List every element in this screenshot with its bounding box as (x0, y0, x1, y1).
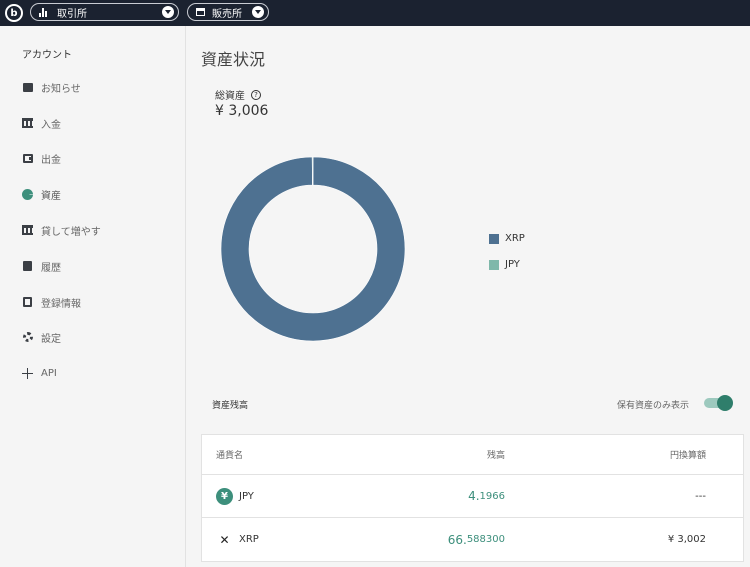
wallet-icon (22, 153, 33, 164)
store-label: 販売所 (212, 8, 242, 20)
legend-item-jpy[interactable]: JPY (489, 258, 525, 271)
legend-swatch (489, 233, 499, 244)
main-content: 資産状況 総資産 ? ¥ 3,006 XRP JPY 資産残高 保有資産のみ表示 … (187, 26, 750, 567)
exchange-selector[interactable]: 取引所 (30, 3, 179, 21)
sidebar-item-news[interactable]: お知らせ (22, 77, 172, 97)
pie-chart-icon (22, 188, 33, 200)
legend-item-xrp[interactable]: XRP (489, 232, 525, 245)
column-header-balance: 残高 (486, 451, 505, 461)
asset-donut-chart (220, 156, 406, 342)
holdings-only-toggle[interactable] (704, 395, 733, 411)
message-icon (22, 82, 33, 93)
store-icon (196, 8, 205, 16)
balance-cell: 4. 1966 (468, 475, 505, 517)
currency-cell: ¥ JPY (216, 475, 254, 517)
sidebar-item-label: 貸して増やす (41, 226, 101, 238)
help-icon[interactable]: ? (251, 89, 261, 100)
currency-cell: ✕ XRP (216, 518, 259, 561)
top-bar: b 取引所 販売所 (0, 0, 750, 26)
sidebar-item-label: 登録情報 (41, 298, 81, 310)
legend-label: JPY (505, 259, 520, 270)
user-card-icon (22, 297, 33, 308)
balance-main: 66. (447, 532, 467, 547)
sidebar: アカウント お知らせ 入金 出金 資産 貸して増やす 履歴 登録情報 設定 AP… (0, 26, 186, 567)
chevron-down-icon (162, 6, 174, 18)
page-title: 資産状況 (201, 50, 266, 69)
donut-slice-jpy[interactable] (311, 156, 314, 186)
table-header: 通貨名 残高 円換算額 (202, 435, 743, 475)
clipboard-icon (22, 261, 33, 272)
sidebar-item-history[interactable]: 履歴 (22, 256, 172, 276)
sidebar-title: アカウント (22, 50, 72, 61)
total-assets-label: 総資産 ? (215, 87, 261, 102)
currency-name: JPY (239, 490, 254, 502)
jpy-value-cell: ¥ 3,002 (667, 534, 706, 545)
toggle-knob (717, 395, 733, 411)
bar-chart-icon (39, 7, 51, 17)
total-assets-value: ¥ 3,006 (215, 103, 269, 119)
column-header-jpy-value: 円換算額 (669, 451, 706, 461)
legend-label: XRP (505, 233, 525, 244)
currency-name: XRP (239, 534, 259, 545)
chevron-down-icon (252, 6, 264, 18)
column-header-currency: 通貨名 (216, 451, 244, 461)
holdings-table: 通貨名 残高 円換算額 ¥ JPY 4. 1966 --- ✕ XRP 66. 58… (201, 434, 744, 562)
table-row[interactable]: ✕ XRP 66. 588300 ¥ 3,002 (202, 518, 743, 561)
exchange-label: 取引所 (57, 8, 87, 20)
sidebar-item-label: 出金 (41, 154, 61, 166)
jpy-value-cell: --- (695, 490, 706, 502)
sidebar-item-api[interactable]: API (22, 363, 172, 383)
sidebar-item-label: API (41, 367, 57, 379)
sidebar-item-settings[interactable]: 設定 (22, 327, 172, 347)
chart-legend: XRP JPY (489, 232, 525, 284)
move-icon (22, 367, 33, 379)
gear-icon (22, 332, 33, 343)
sidebar-item-label: 設定 (41, 333, 61, 345)
sidebar-item-profile[interactable]: 登録情報 (22, 292, 172, 312)
toggle-label: 保有資産のみ表示 (617, 401, 690, 411)
sidebar-item-label: 入金 (41, 119, 61, 131)
balance-rest: 588300 (466, 534, 505, 545)
logo-icon[interactable]: b (5, 4, 23, 22)
sidebar-item-label: 履歴 (41, 262, 61, 274)
sidebar-item-lending[interactable]: 貸して増やす (22, 220, 172, 240)
yen-icon: ¥ (216, 487, 233, 505)
balance-main: 4. (468, 489, 480, 503)
sidebar-item-withdraw[interactable]: 出金 (22, 148, 172, 168)
balance-cell: 66. 588300 (448, 518, 505, 561)
table-row[interactable]: ¥ JPY 4. 1966 --- (202, 475, 743, 518)
store-selector[interactable]: 販売所 (187, 3, 269, 21)
sidebar-item-deposit[interactable]: 入金 (22, 113, 172, 133)
sidebar-item-label: お知らせ (41, 83, 81, 95)
total-assets-text: 総資産 (215, 91, 245, 102)
balance-rest: 1966 (479, 490, 505, 502)
xrp-icon: ✕ (216, 531, 233, 548)
sidebar-item-label: 資産 (41, 190, 61, 202)
bank-icon (22, 225, 33, 236)
holdings-title: 資産残高 (212, 401, 249, 411)
sidebar-item-assets[interactable]: 資産 (22, 184, 172, 204)
bank-icon (22, 118, 33, 129)
legend-swatch (489, 259, 499, 270)
